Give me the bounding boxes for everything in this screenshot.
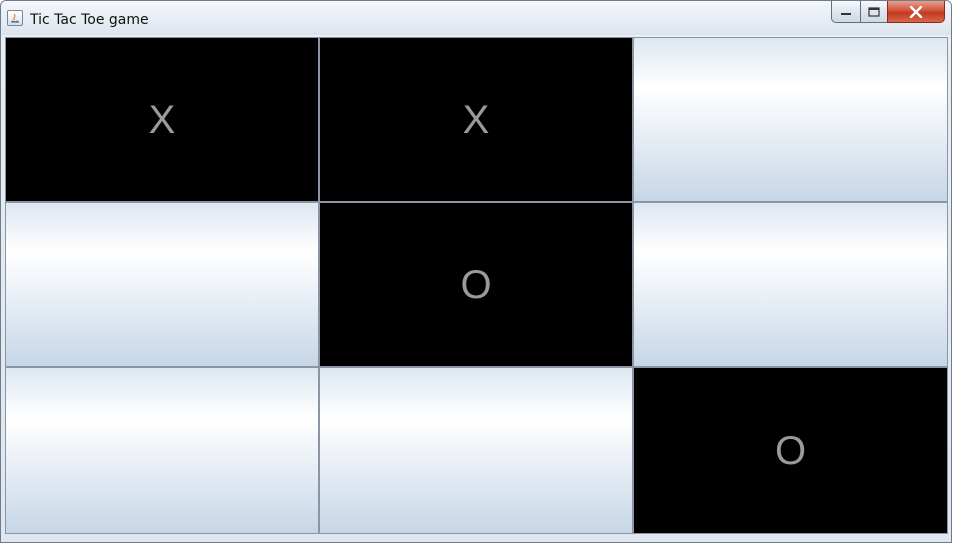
- board-cell-6[interactable]: [633, 202, 948, 367]
- cell-mark: X: [148, 97, 176, 142]
- close-icon: [909, 5, 923, 18]
- board-cell-1[interactable]: X: [5, 37, 319, 202]
- maximize-button[interactable]: [860, 1, 887, 23]
- board-cell-7[interactable]: [5, 367, 319, 534]
- cell-mark: O: [774, 428, 807, 473]
- board-cell-4[interactable]: [5, 202, 319, 367]
- app-window: Tic Tac Toe game X X O O: [0, 0, 952, 543]
- window-controls: [831, 1, 945, 25]
- cell-mark: O: [460, 262, 492, 307]
- board-cell-5[interactable]: O: [319, 202, 633, 367]
- maximize-icon: [868, 6, 880, 17]
- board-cell-9[interactable]: O: [633, 367, 948, 534]
- title-bar[interactable]: Tic Tac Toe game: [1, 1, 951, 35]
- game-board: X X O O: [5, 37, 948, 534]
- board-cell-8[interactable]: [319, 367, 633, 534]
- window-title: Tic Tac Toe game: [30, 12, 149, 28]
- board-cell-2[interactable]: X: [319, 37, 633, 202]
- cell-mark: X: [462, 97, 490, 142]
- java-app-icon[interactable]: [7, 10, 23, 26]
- close-button[interactable]: [887, 1, 945, 23]
- minimize-icon: [841, 12, 851, 15]
- board-cell-3[interactable]: [633, 37, 948, 202]
- minimize-button[interactable]: [831, 1, 860, 23]
